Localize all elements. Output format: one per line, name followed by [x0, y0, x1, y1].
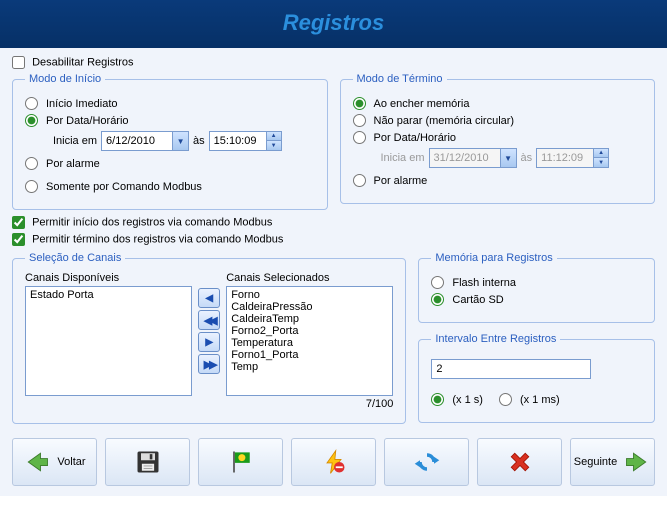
start-at-label: Inicia em	[53, 135, 97, 147]
channel-selection-group: Seleção de Canais Canais Disponíveis Est…	[12, 252, 406, 424]
start-date-combo[interactable]: ▼	[101, 131, 189, 151]
interval-group: Intervalo Entre Registros (x 1 s) (x 1 m…	[418, 333, 655, 423]
allow-modbus-end-label: Permitir término dos registros via coman…	[32, 234, 283, 246]
end-fullmem-label: Ao encher memória	[374, 98, 470, 110]
allow-modbus-start-label: Permitir início dos registros via comand…	[32, 217, 272, 229]
memory-sd-label: Cartão SD	[452, 294, 503, 306]
lightning-icon	[320, 448, 348, 476]
list-item[interactable]: Forno2_Porta	[229, 325, 390, 337]
start-byalarm-label: Por alarme	[46, 158, 100, 170]
allow-modbus-end-checkbox[interactable]	[12, 233, 25, 246]
interval-unit-s-label: (x 1 s)	[452, 394, 483, 406]
interval-unit-ms-label: (x 1 ms)	[520, 394, 560, 406]
start-mode-legend: Modo de Início	[25, 73, 105, 85]
next-button[interactable]: Seguinte	[570, 438, 655, 486]
memory-group: Memória para Registros Flash interna Car…	[418, 252, 655, 323]
channels-available-list[interactable]: Estado Porta	[25, 286, 192, 396]
end-fullmem-radio[interactable]	[353, 97, 366, 110]
move-all-left-button[interactable]: ◀◀	[198, 310, 220, 330]
start-byalarm-radio[interactable]	[25, 157, 38, 170]
spin-up-icon[interactable]: ▲	[267, 132, 281, 141]
floppy-icon	[134, 448, 162, 476]
delete-button[interactable]	[477, 438, 562, 486]
end-bydate-label: Por Data/Horário	[374, 132, 457, 144]
disable-registers-row: Desabilitar Registros	[12, 56, 655, 69]
refresh-icon	[413, 448, 441, 476]
channels-count: 7/100	[226, 398, 393, 410]
list-item[interactable]: Temp	[229, 361, 390, 373]
list-item[interactable]: Forno1_Porta	[229, 349, 390, 361]
start-immediate-label: Início Imediato	[46, 98, 118, 110]
end-date-combo: ▼	[429, 148, 517, 168]
interval-input[interactable]	[431, 359, 591, 379]
save-button[interactable]	[105, 438, 190, 486]
move-right-button[interactable]: ▶	[198, 332, 220, 352]
end-time-spinner: ▲▼	[536, 148, 609, 168]
footer-toolbar: Voltar Seguinte	[0, 432, 667, 496]
spin-down-icon[interactable]: ▼	[267, 141, 281, 150]
start-bydate-label: Por Data/Horário	[46, 115, 129, 127]
spin-up-icon: ▲	[594, 149, 608, 158]
dropdown-icon[interactable]: ▼	[172, 132, 188, 150]
end-bydate-radio[interactable]	[353, 131, 366, 144]
spin-down-icon: ▼	[594, 158, 608, 167]
channels-selected-list[interactable]: FornoCaldeiraPressãoCaldeiraTempForno2_P…	[226, 286, 393, 396]
page-title: Registros	[0, 0, 667, 36]
memory-flash-radio[interactable]	[431, 276, 444, 289]
arrow-left-icon	[23, 448, 51, 476]
flag-icon	[227, 448, 255, 476]
lightning-button[interactable]	[291, 438, 376, 486]
start-mode-group: Modo de Início Início Imediato Por Data/…	[12, 73, 328, 210]
list-item[interactable]: CaldeiraTemp	[229, 313, 390, 325]
start-time-input[interactable]	[210, 132, 266, 150]
memory-flash-label: Flash interna	[452, 277, 516, 289]
end-mode-group: Modo de Término Ao encher memória Não pa…	[340, 73, 656, 204]
start-bydate-radio[interactable]	[25, 114, 38, 127]
channels-available-label: Canais Disponíveis	[25, 272, 192, 284]
channel-selection-legend: Seleção de Canais	[25, 252, 125, 264]
memory-legend: Memória para Registros	[431, 252, 556, 264]
back-button[interactable]: Voltar	[12, 438, 97, 486]
start-modbus-radio[interactable]	[25, 180, 38, 193]
list-item[interactable]: Forno	[229, 289, 390, 301]
disable-registers-label: Desabilitar Registros	[32, 57, 133, 69]
next-label: Seguinte	[574, 456, 617, 468]
end-byalarm-label: Por alarme	[374, 175, 428, 187]
start-immediate-radio[interactable]	[25, 97, 38, 110]
content-area: Desabilitar Registros Modo de Início Iní…	[0, 48, 667, 432]
start-at-sep: às	[193, 135, 205, 147]
end-circular-radio[interactable]	[353, 114, 366, 127]
end-mode-legend: Modo de Término	[353, 73, 447, 85]
end-byalarm-radio[interactable]	[353, 174, 366, 187]
move-all-right-button[interactable]: ▶▶	[198, 354, 220, 374]
end-time-input	[537, 149, 593, 167]
start-modbus-label: Somente por Comando Modbus	[46, 181, 202, 193]
channels-selected-label: Canais Selecionados	[226, 272, 393, 284]
header: Registros	[0, 0, 667, 48]
start-time-spinner[interactable]: ▲▼	[209, 131, 282, 151]
allow-modbus-start-checkbox[interactable]	[12, 216, 25, 229]
end-circular-label: Não parar (memória circular)	[374, 115, 515, 127]
start-date-input[interactable]	[102, 132, 172, 150]
end-at-label: Inicia em	[381, 152, 425, 164]
arrow-right-icon	[623, 448, 651, 476]
back-label: Voltar	[57, 456, 85, 468]
list-item[interactable]: Estado Porta	[28, 289, 189, 301]
interval-unit-s-radio[interactable]	[431, 393, 444, 406]
list-item[interactable]: Temperatura	[229, 337, 390, 349]
end-date-input	[430, 149, 500, 167]
dropdown-icon: ▼	[500, 149, 516, 167]
interval-unit-ms-radio[interactable]	[499, 393, 512, 406]
flag-button[interactable]	[198, 438, 283, 486]
list-item[interactable]: CaldeiraPressão	[229, 301, 390, 313]
move-left-button[interactable]: ◀	[198, 288, 220, 308]
memory-sd-radio[interactable]	[431, 293, 444, 306]
refresh-button[interactable]	[384, 438, 469, 486]
x-icon	[506, 448, 534, 476]
end-at-sep: às	[521, 152, 533, 164]
disable-registers-checkbox[interactable]	[12, 56, 25, 69]
interval-legend: Intervalo Entre Registros	[431, 333, 560, 345]
